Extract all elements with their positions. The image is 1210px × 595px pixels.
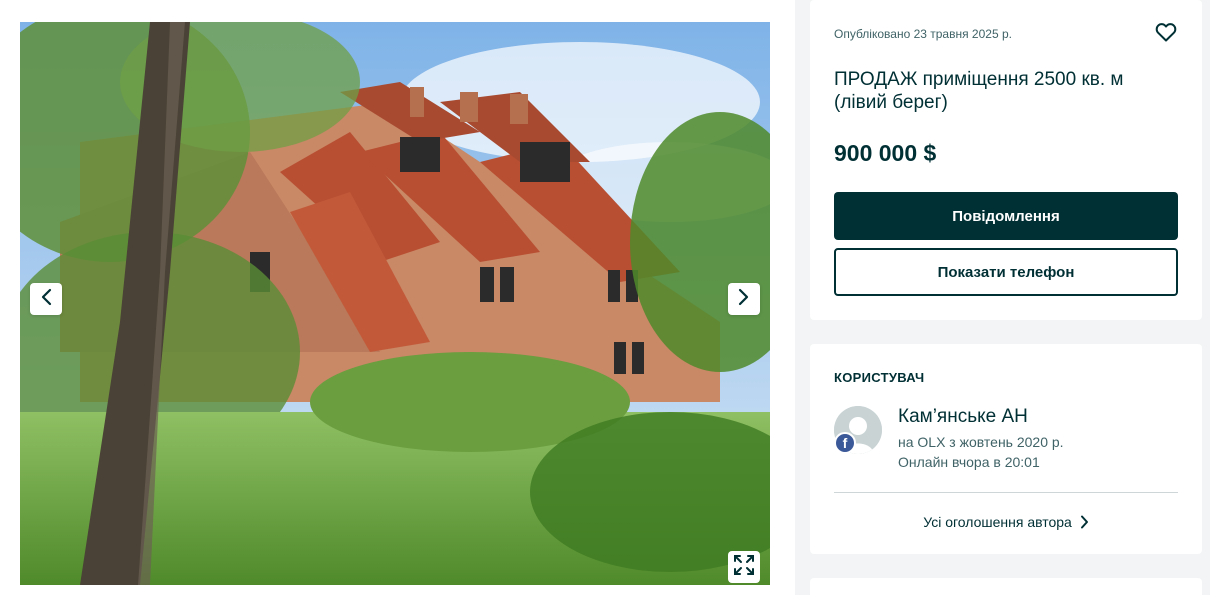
- all-author-ads-label: Усі оголошення автора: [923, 514, 1072, 530]
- user-last-online: Онлайн вчора в 20:01: [898, 454, 1040, 470]
- facebook-icon: f: [834, 432, 856, 454]
- user-name[interactable]: Кам’янське АН: [898, 406, 1028, 428]
- chevron-right-icon: [1080, 515, 1089, 532]
- expand-icon: [732, 553, 756, 582]
- favorite-button[interactable]: [1154, 20, 1178, 44]
- gallery-next-button[interactable]: [728, 283, 760, 315]
- gallery-panel: [0, 0, 795, 595]
- show-phone-button[interactable]: Показати телефон: [834, 248, 1178, 296]
- message-button[interactable]: Повідомлення: [834, 192, 1178, 240]
- posted-date: Опубліковано 23 травня 2025 р.: [834, 27, 1012, 41]
- listing-price: 900 000 $: [834, 140, 937, 166]
- divider: [834, 492, 1178, 493]
- fullscreen-button[interactable]: [728, 551, 760, 583]
- next-card: [810, 578, 1202, 595]
- listing-photo[interactable]: [20, 22, 770, 585]
- user-card: КОРИСТУВАЧ f Кам’янське АН на OLX з жовт…: [810, 344, 1202, 554]
- listing-title: ПРОДАЖ приміщення 2500 кв. м (лівий бере…: [834, 69, 1124, 113]
- chevron-right-icon: [737, 288, 751, 311]
- user-section-heading: КОРИСТУВАЧ: [834, 370, 925, 385]
- all-author-ads-link[interactable]: Усі оголошення автора: [810, 514, 1202, 532]
- gallery-prev-button[interactable]: [30, 283, 62, 315]
- heart-icon: [1154, 23, 1178, 48]
- user-member-since: на OLX з жовтень 2020 р.: [898, 434, 1064, 450]
- listing-summary-card: Опубліковано 23 травня 2025 р. ПРОДАЖ пр…: [810, 0, 1202, 320]
- chevron-left-icon: [39, 288, 53, 311]
